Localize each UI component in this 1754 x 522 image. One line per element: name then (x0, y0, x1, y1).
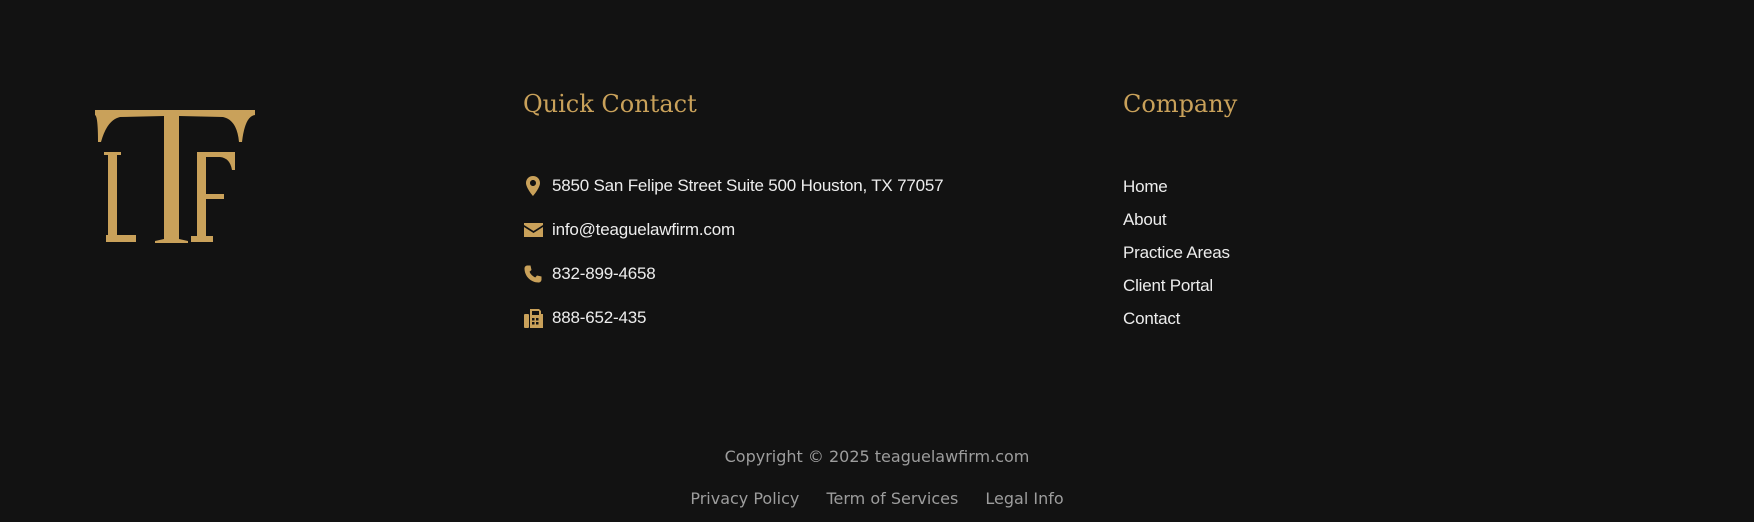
nav-link-about[interactable]: About (1123, 210, 1167, 229)
terms-of-service-link[interactable]: Term of Services (826, 489, 958, 508)
contact-fax: 888-652-435 (523, 306, 943, 330)
email-link[interactable]: info@teaguelawfirm.com (552, 220, 735, 240)
company-link-item: Home (1123, 177, 1230, 210)
nav-link-home[interactable]: Home (1123, 177, 1168, 196)
legal-links: Privacy Policy Term of Services Legal In… (0, 489, 1754, 508)
nav-link-client-portal[interactable]: Client Portal (1123, 276, 1213, 295)
privacy-policy-link[interactable]: Privacy Policy (690, 489, 799, 508)
envelope-icon (523, 220, 543, 240)
quick-contact-list: 5850 San Felipe Street Suite 500 Houston… (523, 174, 944, 350)
fax-text: 888-652-435 (552, 308, 647, 327)
contact-phone[interactable]: 832-899-4658 (523, 262, 943, 286)
contact-email[interactable]: info@teaguelawfirm.com (523, 218, 943, 242)
map-pin-icon (523, 176, 543, 196)
company-links: Home About Practice Areas Client Portal … (1123, 177, 1230, 342)
phone-icon (523, 264, 543, 284)
nav-link-contact[interactable]: Contact (1123, 309, 1180, 328)
company-link-item: Practice Areas (1123, 243, 1230, 276)
quick-contact-heading: Quick Contact (523, 90, 697, 118)
phone-link[interactable]: 832-899-4658 (552, 264, 656, 284)
company-heading: Company (1123, 90, 1238, 118)
nav-link-practice-areas[interactable]: Practice Areas (1123, 243, 1230, 262)
contact-address: 5850 San Felipe Street Suite 500 Houston… (523, 174, 944, 198)
legal-info-link[interactable]: Legal Info (985, 489, 1063, 508)
company-link-item: Contact (1123, 309, 1230, 342)
company-link-item: Client Portal (1123, 276, 1230, 309)
site-footer: Quick Contact 5850 San Felipe Street Sui… (0, 0, 1754, 522)
copyright-text: Copyright © 2025 teaguelawfirm.com (724, 447, 1030, 466)
address-text: 5850 San Felipe Street Suite 500 Houston… (552, 176, 944, 195)
company-link-item: About (1123, 210, 1230, 243)
fax-icon (523, 308, 543, 328)
firm-logo[interactable] (95, 110, 255, 245)
ltf-monogram-logo (95, 110, 255, 243)
